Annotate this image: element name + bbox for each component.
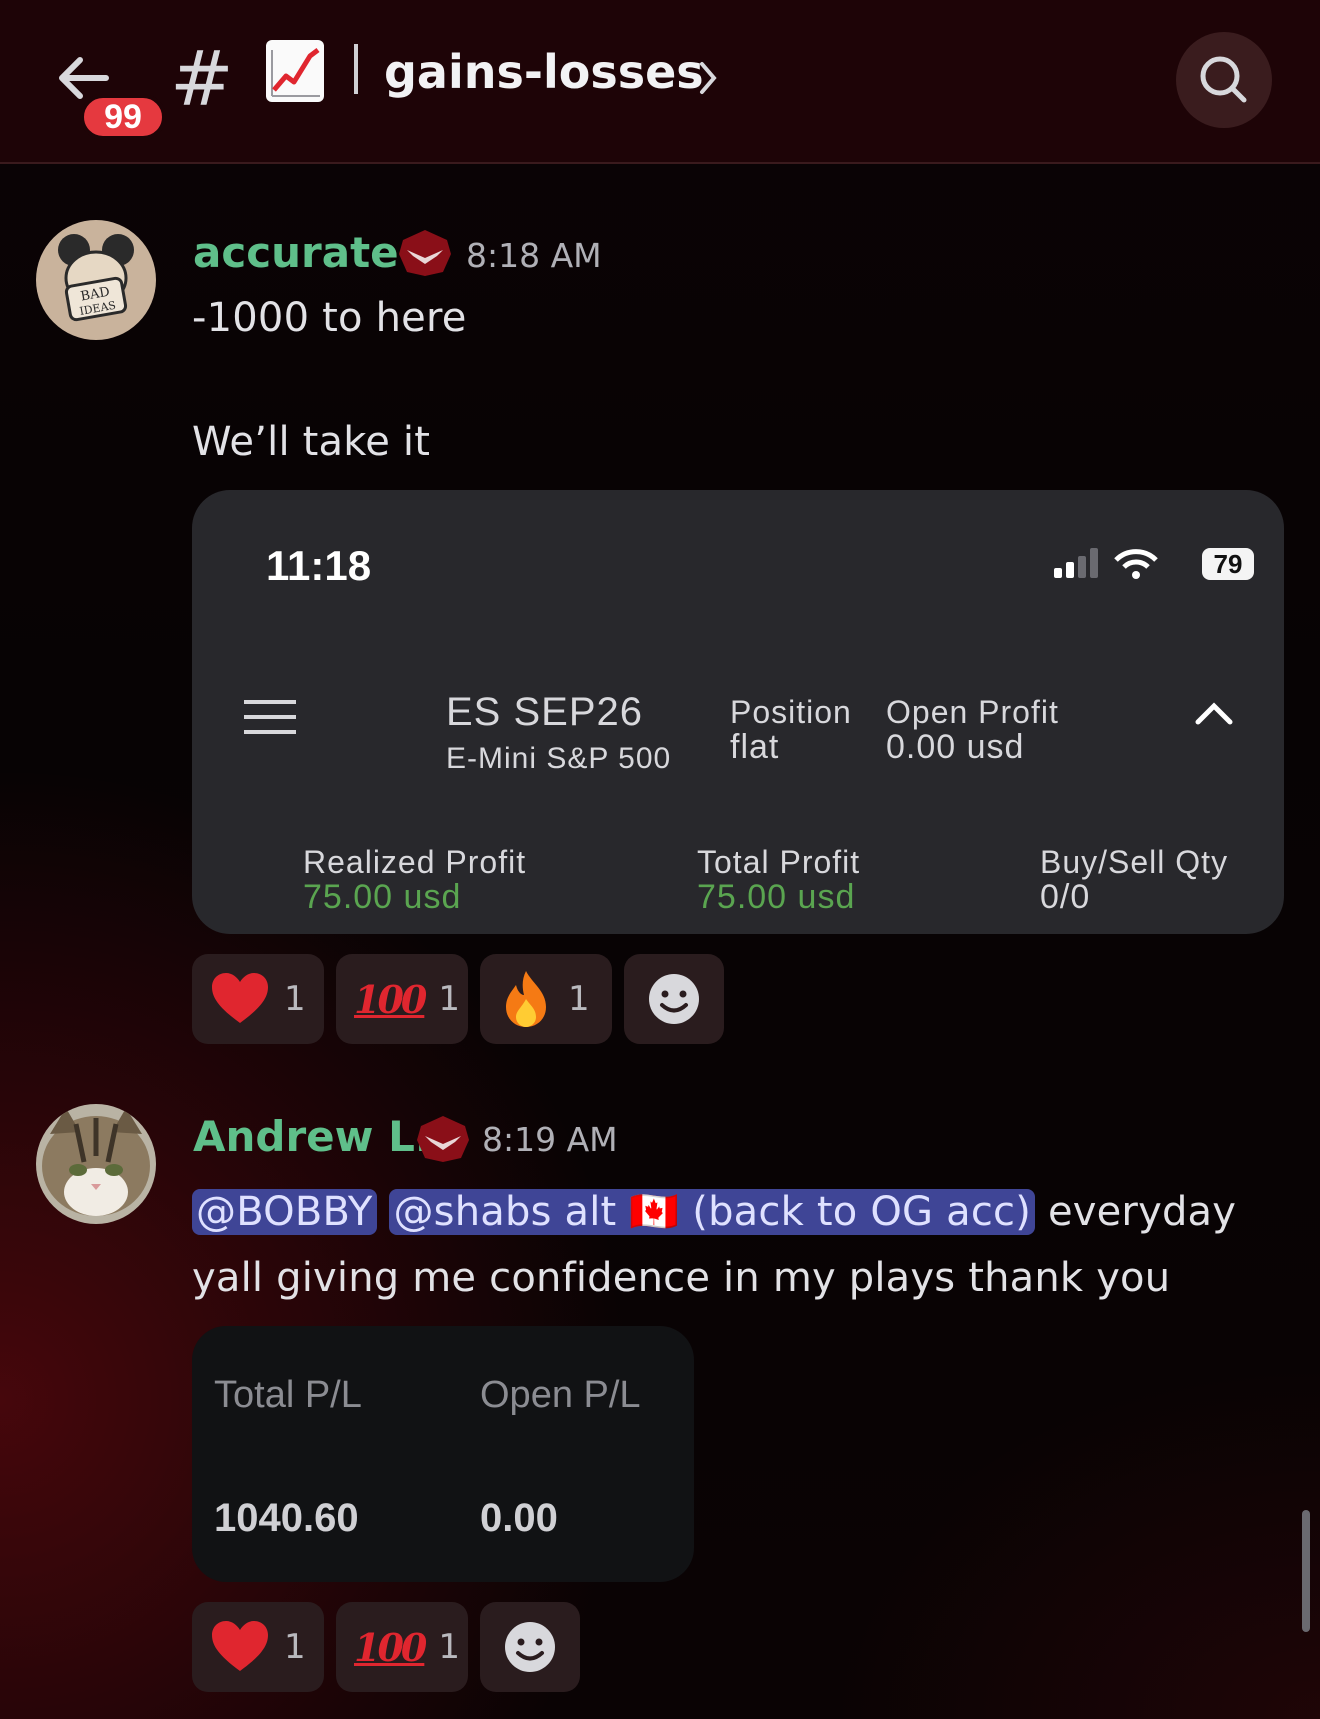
open-profit-label: Open Profit (886, 694, 1059, 730)
smiley-icon (505, 1622, 555, 1672)
total-pl-value: 1040.60 (214, 1496, 359, 1540)
fire-icon (506, 971, 546, 1027)
scrollbar[interactable] (1302, 1510, 1310, 1632)
image-attachment[interactable]: 11:18 79 ES SEP26 E-Mini S&P 500 Positio… (192, 490, 1284, 934)
message-text: yall giving me confidence in my plays th… (192, 1255, 1171, 1301)
channel-name[interactable]: gains-losses (384, 42, 704, 102)
position-label: Position (730, 694, 852, 730)
avatar[interactable] (36, 1104, 156, 1224)
total-profit-label: Total Profit (697, 844, 861, 880)
add-reaction-button[interactable] (624, 954, 724, 1044)
reaction-100[interactable]: 100 1 (336, 1602, 468, 1692)
buy-sell-qty-value: 0/0 (1040, 878, 1091, 916)
open-pl-value: 0.00 (480, 1496, 558, 1540)
reaction-fire[interactable]: 1 (480, 954, 612, 1044)
heart-icon (212, 1621, 268, 1671)
total-profit-value: 75.00 usd (697, 878, 856, 916)
reaction-count: 1 (438, 979, 460, 1019)
realized-profit-label: Realized Profit (303, 844, 527, 880)
message-text: We’ll take it (192, 419, 431, 465)
reaction-heart[interactable]: 1 (192, 954, 324, 1044)
mention-shabs[interactable]: @shabs alt 🇨🇦 (back to OG acc) (389, 1189, 1036, 1235)
mention-bobby[interactable]: @BOBBY (192, 1189, 377, 1235)
message-text: -1000 to here (192, 295, 467, 341)
message-timestamp: 8:19 AM (482, 1120, 618, 1159)
chart-increasing-icon (266, 40, 324, 102)
phone-clock: 11:18 (266, 542, 372, 589)
channel-header: 99 # gains-losses (0, 0, 1320, 164)
battery-level: 79 (1202, 548, 1254, 580)
reaction-heart[interactable]: 1 (192, 1602, 324, 1692)
unread-badge: 99 (80, 94, 166, 140)
message-text: @BOBBY @shabs alt 🇨🇦 (back to OG acc) ev… (192, 1180, 1236, 1244)
reaction-100[interactable]: 100 1 (336, 954, 468, 1044)
search-icon (1200, 56, 1247, 103)
100-icon: 100 (354, 976, 427, 1022)
open-profit-value: 0.00 usd (886, 728, 1025, 766)
username[interactable]: Andrew L. (193, 1112, 431, 1162)
realized-profit-value: 75.00 usd (303, 878, 462, 916)
contract-name: E-Mini S&P 500 (446, 742, 672, 775)
heart-icon (212, 973, 268, 1023)
avatar[interactable]: BAD IDEAS (36, 220, 156, 340)
reaction-count: 1 (568, 979, 590, 1019)
chevron-up-icon (1195, 702, 1233, 725)
open-pl-label: Open P/L (480, 1374, 641, 1416)
chevron-right-icon[interactable] (694, 58, 722, 98)
add-reaction-button[interactable] (480, 1602, 580, 1692)
channel-separator (354, 44, 358, 94)
100-icon: 100 (354, 1624, 427, 1670)
position-value: flat (730, 728, 780, 766)
total-pl-label: Total P/L (214, 1374, 362, 1416)
menu-icon (244, 700, 296, 734)
message-text-tail: everyday (1035, 1189, 1237, 1235)
hash-icon: # (170, 34, 234, 123)
smiley-icon (649, 974, 699, 1024)
role-badge-icon (415, 1114, 471, 1164)
buy-sell-qty-label: Buy/Sell Qty (1040, 844, 1229, 880)
role-badge-icon (397, 228, 453, 278)
reaction-count: 1 (438, 1627, 460, 1667)
message-timestamp: 8:18 AM (466, 236, 602, 275)
reaction-count: 1 (284, 979, 306, 1019)
reaction-count: 1 (284, 1627, 306, 1667)
contract-symbol: ES SEP26 (446, 690, 644, 734)
search-button[interactable] (1176, 32, 1272, 128)
image-attachment[interactable]: Total P/L Open P/L 1040.60 0.00 (192, 1326, 694, 1582)
username[interactable]: accurate (193, 228, 399, 278)
